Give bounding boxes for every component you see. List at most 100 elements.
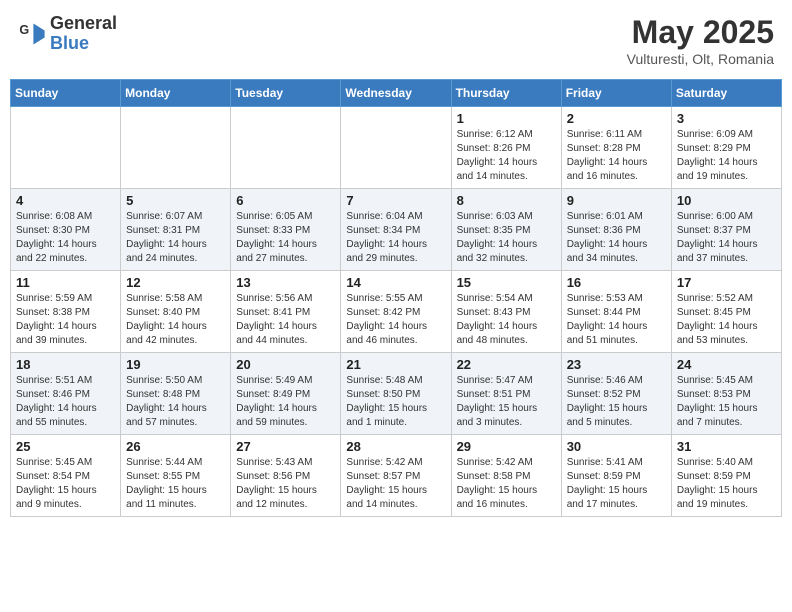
calendar-cell — [121, 107, 231, 189]
calendar-cell: 23 Sunrise: 5:46 AM Sunset: 8:52 PM Dayli… — [561, 353, 671, 435]
day-detail: Sunrise: 5:44 AM Sunset: 8:55 PM Dayligh… — [126, 456, 225, 512]
calendar-cell: 7 Sunrise: 6:04 AM Sunset: 8:34 PM Daylig… — [341, 189, 451, 271]
day-number: 13 — [236, 275, 335, 290]
calendar-cell: 11Sunrise: 5:59 AM Sunset: 8:38 PM Dayli… — [11, 271, 121, 353]
day-number: 6 — [236, 193, 335, 208]
calendar-header-row: SundayMondayTuesdayWednesdayThursdayFrid… — [11, 80, 782, 107]
calendar-cell: 27Sunrise: 5:43 AM Sunset: 8:56 PM Dayli… — [231, 435, 341, 517]
calendar-week-row: 4Sunrise: 6:08 AM Sunset: 8:30 PM Daylig… — [11, 189, 782, 271]
day-number: 14 — [346, 275, 445, 290]
page-header: G General Blue May 2025 Vulturesti, Olt,… — [10, 10, 782, 71]
calendar-cell: 29 Sunrise: 5:42 AM Sunset: 8:58 PM Dayli… — [451, 435, 561, 517]
day-detail: Sunrise: 6:03 AM Sunset: 8:35 PM Dayligh… — [457, 210, 556, 266]
day-detail: Sunrise: 5:47 AM Sunset: 8:51 PM Dayligh… — [457, 374, 556, 430]
day-number: 5 — [126, 193, 225, 208]
day-number: 12 — [126, 275, 225, 290]
day-number: 19 — [126, 357, 225, 372]
calendar-cell: 6 Sunrise: 6:05 AM Sunset: 8:33 PM Daylig… — [231, 189, 341, 271]
day-detail: Sunrise: 5:52 AM Sunset: 8:45 PM Dayligh… — [677, 292, 776, 348]
day-number: 29 — [457, 439, 556, 454]
day-number: 18 — [16, 357, 115, 372]
day-number: 17 — [677, 275, 776, 290]
day-number: 16 — [567, 275, 666, 290]
calendar-cell: 30Sunrise: 5:41 AM Sunset: 8:59 PM Dayli… — [561, 435, 671, 517]
calendar-cell: 20 Sunrise: 5:49 AM Sunset: 8:49 PM Dayli… — [231, 353, 341, 435]
day-detail: Sunrise: 5:46 AM Sunset: 8:52 PM Dayligh… — [567, 374, 666, 430]
calendar-cell: 3Sunrise: 6:09 AM Sunset: 8:29 PM Daylig… — [671, 107, 781, 189]
month-title: May 2025 — [627, 14, 774, 51]
day-number: 22 — [457, 357, 556, 372]
day-detail: Sunrise: 5:40 AM Sunset: 8:59 PM Dayligh… — [677, 456, 776, 512]
calendar-cell: 25 Sunrise: 5:45 AM Sunset: 8:54 PM Dayli… — [11, 435, 121, 517]
logo-icon: G — [18, 20, 46, 48]
day-number: 4 — [16, 193, 115, 208]
calendar-cell: 9Sunrise: 6:01 AM Sunset: 8:36 PM Daylig… — [561, 189, 671, 271]
calendar-cell: 14 Sunrise: 5:55 AM Sunset: 8:42 PM Dayli… — [341, 271, 451, 353]
day-detail: Sunrise: 5:53 AM Sunset: 8:44 PM Dayligh… — [567, 292, 666, 348]
calendar-cell: 4Sunrise: 6:08 AM Sunset: 8:30 PM Daylig… — [11, 189, 121, 271]
calendar-cell: 5 Sunrise: 6:07 AM Sunset: 8:31 PM Daylig… — [121, 189, 231, 271]
day-detail: Sunrise: 6:12 AM Sunset: 8:26 PM Dayligh… — [457, 128, 556, 184]
day-detail: Sunrise: 6:11 AM Sunset: 8:28 PM Dayligh… — [567, 128, 666, 184]
title-block: May 2025 Vulturesti, Olt, Romania — [627, 14, 774, 67]
calendar-cell: 26 Sunrise: 5:44 AM Sunset: 8:55 PM Dayli… — [121, 435, 231, 517]
calendar-cell — [11, 107, 121, 189]
day-detail: Sunrise: 5:49 AM Sunset: 8:49 PM Dayligh… — [236, 374, 335, 430]
calendar-cell: 8Sunrise: 6:03 AM Sunset: 8:35 PM Daylig… — [451, 189, 561, 271]
calendar-cell: 18 Sunrise: 5:51 AM Sunset: 8:46 PM Dayli… — [11, 353, 121, 435]
day-number: 28 — [346, 439, 445, 454]
logo-general: General — [50, 14, 117, 34]
svg-text:G: G — [19, 23, 29, 37]
calendar-cell: 2 Sunrise: 6:11 AM Sunset: 8:28 PM Daylig… — [561, 107, 671, 189]
day-number: 20 — [236, 357, 335, 372]
day-number: 31 — [677, 439, 776, 454]
day-detail: Sunrise: 5:41 AM Sunset: 8:59 PM Dayligh… — [567, 456, 666, 512]
calendar-cell: 24Sunrise: 5:45 AM Sunset: 8:53 PM Dayli… — [671, 353, 781, 435]
day-detail: Sunrise: 5:42 AM Sunset: 8:57 PM Dayligh… — [346, 456, 445, 512]
day-number: 10 — [677, 193, 776, 208]
day-detail: Sunrise: 5:59 AM Sunset: 8:38 PM Dayligh… — [16, 292, 115, 348]
day-detail: Sunrise: 6:04 AM Sunset: 8:34 PM Dayligh… — [346, 210, 445, 266]
day-detail: Sunrise: 5:54 AM Sunset: 8:43 PM Dayligh… — [457, 292, 556, 348]
logo-text: General Blue — [50, 14, 117, 54]
location: Vulturesti, Olt, Romania — [627, 51, 774, 67]
day-detail: Sunrise: 5:50 AM Sunset: 8:48 PM Dayligh… — [126, 374, 225, 430]
day-detail: Sunrise: 5:55 AM Sunset: 8:42 PM Dayligh… — [346, 292, 445, 348]
day-detail: Sunrise: 6:05 AM Sunset: 8:33 PM Dayligh… — [236, 210, 335, 266]
day-number: 25 — [16, 439, 115, 454]
calendar-cell: 17 Sunrise: 5:52 AM Sunset: 8:45 PM Dayli… — [671, 271, 781, 353]
calendar-cell: 16 Sunrise: 5:53 AM Sunset: 8:44 PM Dayli… — [561, 271, 671, 353]
day-detail: Sunrise: 6:00 AM Sunset: 8:37 PM Dayligh… — [677, 210, 776, 266]
day-detail: Sunrise: 5:58 AM Sunset: 8:40 PM Dayligh… — [126, 292, 225, 348]
calendar-cell: 10 Sunrise: 6:00 AM Sunset: 8:37 PM Dayli… — [671, 189, 781, 271]
calendar-day-header: Wednesday — [341, 80, 451, 107]
day-number: 3 — [677, 111, 776, 126]
calendar-week-row: 11Sunrise: 5:59 AM Sunset: 8:38 PM Dayli… — [11, 271, 782, 353]
day-detail: Sunrise: 5:51 AM Sunset: 8:46 PM Dayligh… — [16, 374, 115, 430]
day-number: 23 — [567, 357, 666, 372]
calendar-cell: 19 Sunrise: 5:50 AM Sunset: 8:48 PM Dayli… — [121, 353, 231, 435]
calendar-cell: 13Sunrise: 5:56 AM Sunset: 8:41 PM Dayli… — [231, 271, 341, 353]
calendar-week-row: 18 Sunrise: 5:51 AM Sunset: 8:46 PM Dayli… — [11, 353, 782, 435]
calendar-cell: 21 Sunrise: 5:48 AM Sunset: 8:50 PM Dayli… — [341, 353, 451, 435]
day-number: 7 — [346, 193, 445, 208]
day-detail: Sunrise: 6:01 AM Sunset: 8:36 PM Dayligh… — [567, 210, 666, 266]
logo-blue: Blue — [50, 34, 117, 54]
day-detail: Sunrise: 5:48 AM Sunset: 8:50 PM Dayligh… — [346, 374, 445, 430]
day-detail: Sunrise: 5:45 AM Sunset: 8:54 PM Dayligh… — [16, 456, 115, 512]
calendar-week-row: 1Sunrise: 6:12 AM Sunset: 8:26 PM Daylig… — [11, 107, 782, 189]
calendar-cell: 31 Sunrise: 5:40 AM Sunset: 8:59 PM Dayli… — [671, 435, 781, 517]
calendar-cell — [231, 107, 341, 189]
calendar-cell: 28 Sunrise: 5:42 AM Sunset: 8:57 PM Dayli… — [341, 435, 451, 517]
calendar-cell — [341, 107, 451, 189]
calendar-day-header: Friday — [561, 80, 671, 107]
day-number: 2 — [567, 111, 666, 126]
calendar-day-header: Tuesday — [231, 80, 341, 107]
day-detail: Sunrise: 6:07 AM Sunset: 8:31 PM Dayligh… — [126, 210, 225, 266]
day-number: 27 — [236, 439, 335, 454]
day-number: 21 — [346, 357, 445, 372]
calendar-week-row: 25 Sunrise: 5:45 AM Sunset: 8:54 PM Dayli… — [11, 435, 782, 517]
calendar-table: SundayMondayTuesdayWednesdayThursdayFrid… — [10, 79, 782, 517]
day-detail: Sunrise: 5:42 AM Sunset: 8:58 PM Dayligh… — [457, 456, 556, 512]
day-number: 26 — [126, 439, 225, 454]
